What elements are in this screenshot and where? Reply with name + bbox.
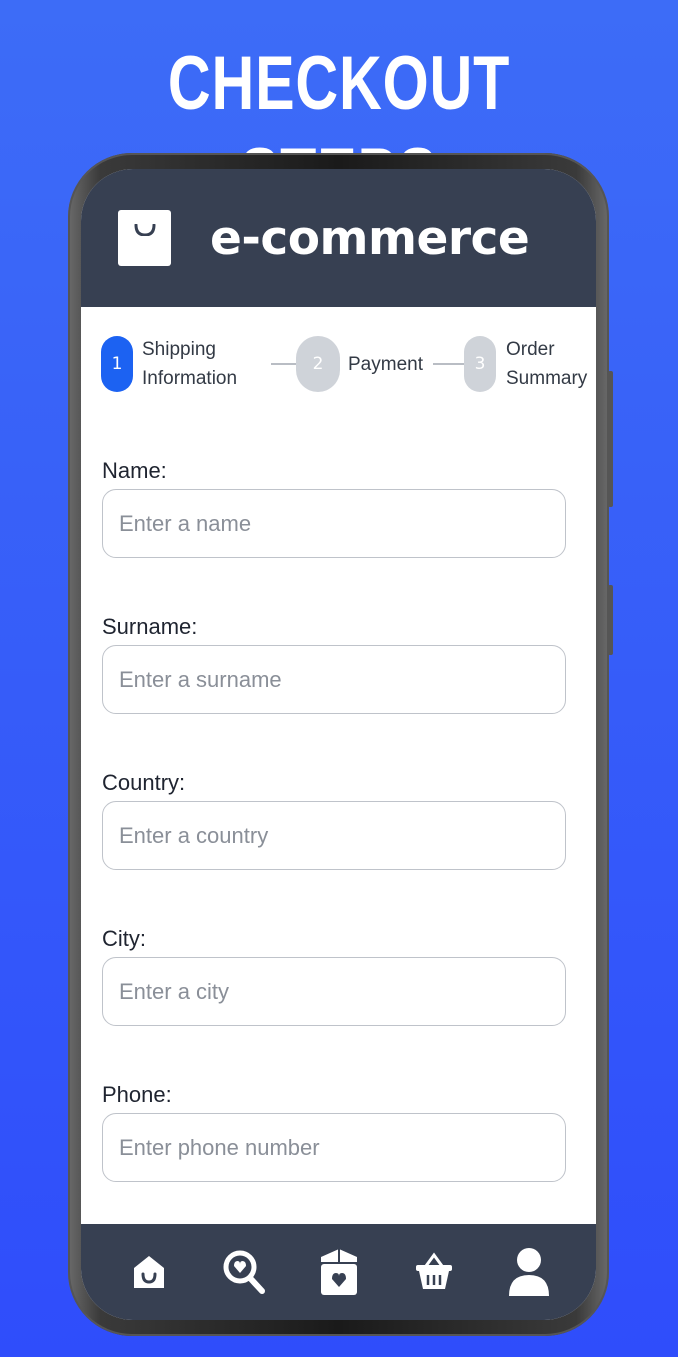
- step-connector-2: [433, 363, 465, 365]
- step-connector-1: [271, 363, 297, 365]
- step-3-label-line1: Order: [506, 339, 555, 360]
- nav-basket[interactable]: [409, 1242, 459, 1302]
- step-1-label[interactable]: Shipping Information: [142, 335, 237, 393]
- phone-volume-button: [608, 371, 613, 507]
- nav-search[interactable]: [219, 1242, 269, 1302]
- phone-power-button: [608, 585, 613, 655]
- search-icon: [223, 1250, 265, 1294]
- step-1-number: 1: [111, 354, 123, 374]
- user-icon: [508, 1248, 549, 1296]
- phone-field-group: Phone:: [102, 1077, 573, 1182]
- nav-home[interactable]: [124, 1242, 174, 1302]
- step-1-label-line2: Information: [142, 368, 238, 389]
- step-2-number: 2: [312, 354, 324, 374]
- step-2-label[interactable]: Payment: [348, 350, 423, 379]
- checkout-stepper: 1 Shipping Information 2 Payment 3 Order…: [81, 307, 596, 417]
- step-2-indicator[interactable]: 2: [296, 336, 340, 392]
- brand-title: e-commerce: [210, 210, 530, 266]
- name-label: Name:: [102, 458, 167, 483]
- nav-profile[interactable]: [504, 1242, 554, 1302]
- shipping-form: Name: Surname: Country: City: Phone:: [81, 453, 596, 1182]
- basket-icon: [415, 1252, 452, 1289]
- app-header: e-commerce: [81, 169, 596, 307]
- step-3-label[interactable]: Order Summary: [506, 335, 587, 393]
- country-field-group: Country:: [102, 765, 573, 870]
- nav-wishlist[interactable]: [314, 1242, 364, 1302]
- step-3-indicator[interactable]: 3: [464, 336, 496, 392]
- step-1-indicator[interactable]: 1: [101, 336, 133, 392]
- name-field-group: Name:: [102, 453, 573, 558]
- city-label: City:: [102, 926, 146, 951]
- step-2-label-line1: Payment: [348, 354, 423, 375]
- city-input[interactable]: [102, 957, 566, 1026]
- step-1-label-line1: Shipping: [142, 339, 216, 360]
- step-3-label-line2: Summary: [506, 368, 588, 389]
- city-field-group: City:: [102, 921, 573, 1026]
- surname-input[interactable]: [102, 645, 566, 714]
- phone-label: Phone:: [102, 1082, 172, 1107]
- step-3-number: 3: [474, 354, 486, 374]
- wishlist-box-icon: [320, 1249, 357, 1295]
- country-label: Country:: [102, 770, 186, 795]
- name-input[interactable]: [102, 489, 566, 558]
- surname-field-group: Surname:: [102, 609, 573, 714]
- bottom-navigation: [81, 1224, 596, 1320]
- phone-frame: e-commerce 1 Shipping Information 2 Paym…: [68, 153, 613, 1336]
- home-icon: [133, 1256, 164, 1288]
- phone-input[interactable]: [102, 1113, 566, 1182]
- phone-screen: e-commerce 1 Shipping Information 2 Paym…: [81, 169, 596, 1320]
- country-input[interactable]: [102, 801, 566, 870]
- surname-label: Surname:: [102, 614, 198, 639]
- shopping-bag-icon: [118, 210, 171, 266]
